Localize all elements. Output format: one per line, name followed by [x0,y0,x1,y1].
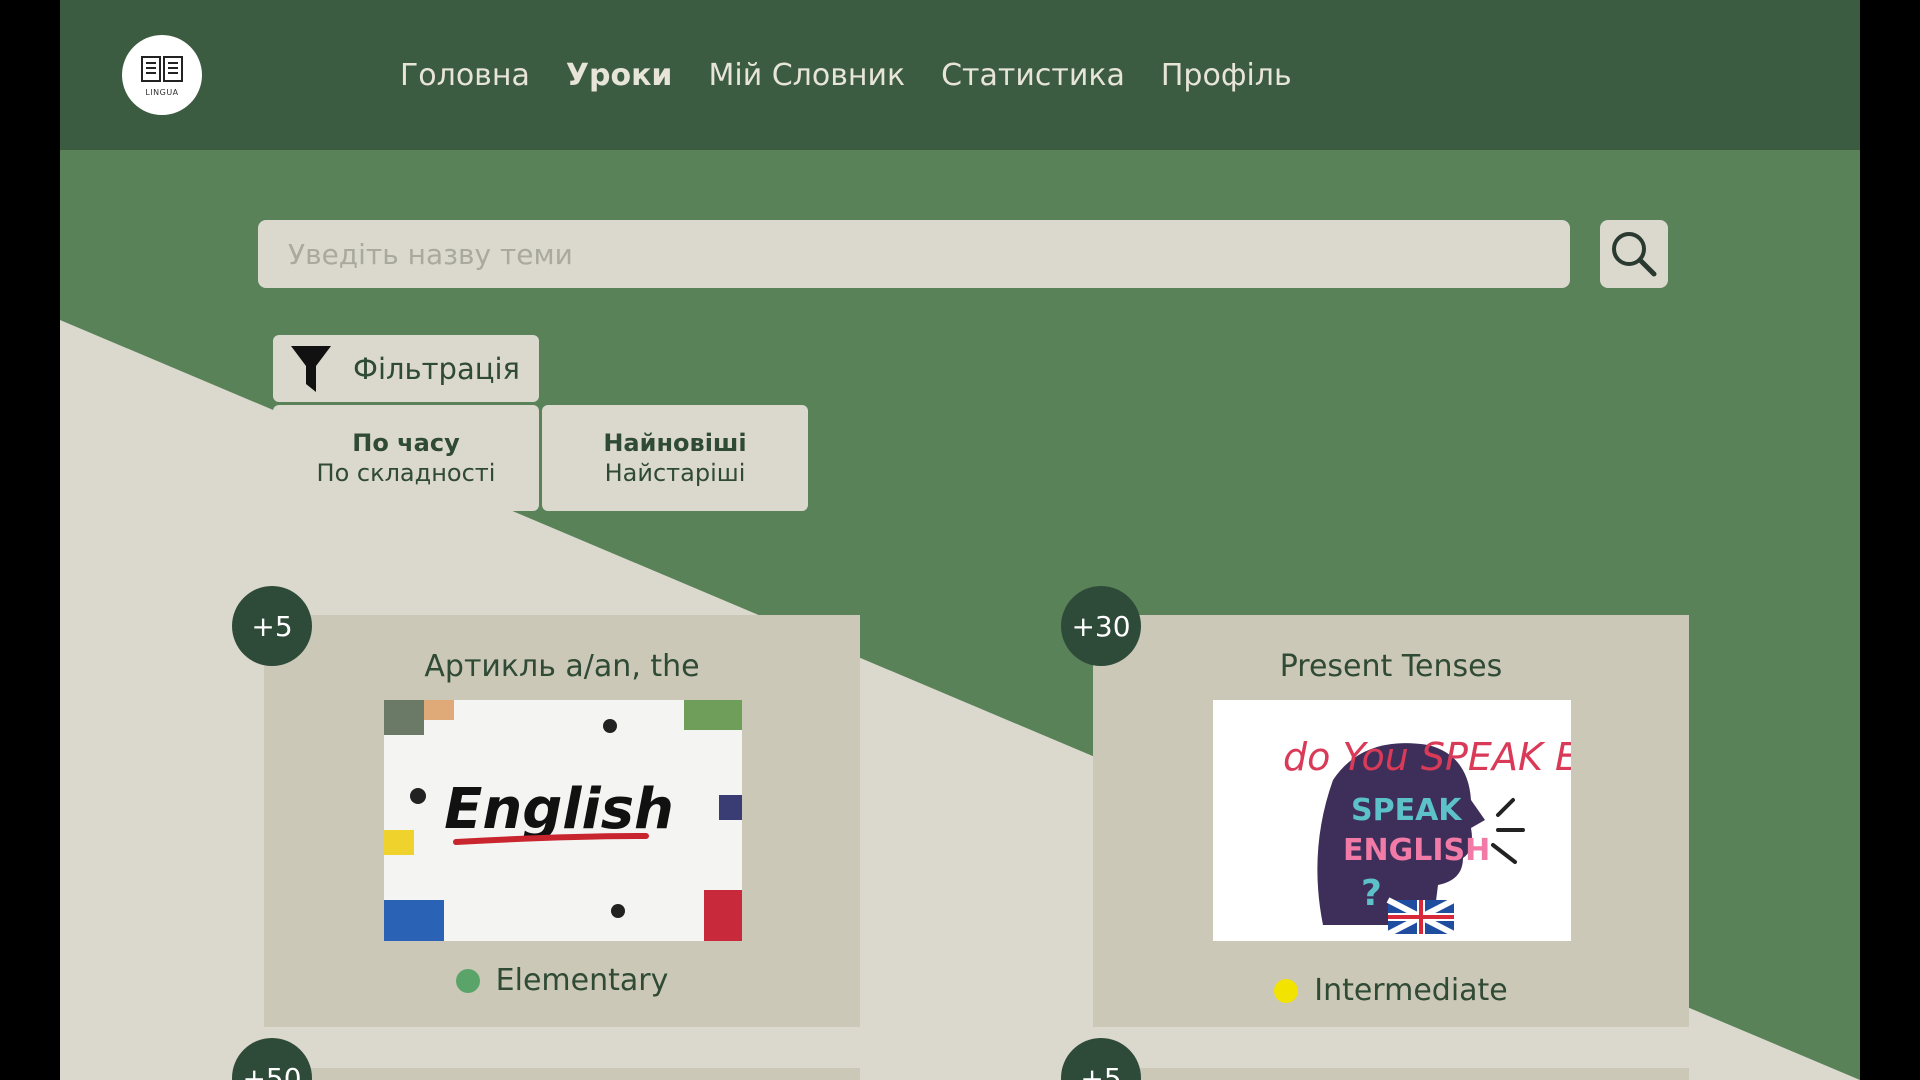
lesson-card[interactable] [264,1068,860,1080]
app-logo[interactable]: LINGUA [122,35,202,115]
speak-english-illustration: do You SPEAK ENGLISH ? SPEAK ENGLISH ? [1213,700,1571,941]
sort-by-time-option[interactable]: По часу [352,428,459,458]
sort-by-group: По часу По складності [273,405,539,511]
nav-item-home[interactable]: Головна [400,58,530,93]
english-word: English [444,777,674,842]
english-hands-illustration: English [384,700,742,941]
search-input[interactable] [258,220,1570,288]
speak-english-text: do You SPEAK ENGLISH ? [1283,735,1571,779]
lesson-title: Артикль a/an, the [424,649,700,684]
lesson-image: do You SPEAK ENGLISH ? SPEAK ENGLISH ? [1213,700,1571,941]
nav-item-lessons[interactable]: Уроки [566,58,673,93]
filter-button[interactable]: Фільтрація [273,335,539,402]
level-label: Elementary [495,963,669,998]
lesson-card[interactable] [1093,1068,1689,1080]
main-nav: Головна Уроки Мій Словник Статистика Про… [400,0,1292,150]
sort-newest-option[interactable]: Найновіші [603,428,746,458]
svg-text:?: ? [1361,873,1382,914]
book-icon [141,56,183,82]
svg-text:ENGLISH: ENGLISH [1343,833,1490,868]
filter-icon [289,344,333,394]
lesson-card[interactable]: Артикль a/an, the English Elementary [264,615,860,1027]
lesson-level: Elementary [264,963,860,998]
nav-item-statistics[interactable]: Статистика [941,58,1125,93]
sort-order-group: Найновіші Найстаріші [542,405,808,511]
points-badge: +5 [232,586,312,666]
logo-text: LINGUA [145,88,179,97]
svg-text:SPEAK: SPEAK [1351,793,1463,828]
lesson-level: Intermediate [1093,973,1689,1008]
sort-oldest-option[interactable]: Найстаріші [605,458,746,488]
app-frame: LINGUA Головна Уроки Мій Словник Статист… [60,0,1860,1080]
search-button[interactable] [1600,220,1668,288]
lesson-title: Present Tenses [1279,649,1503,684]
level-indicator-icon [455,968,480,993]
filter-label: Фільтрація [353,351,520,386]
level-label: Intermediate [1314,973,1508,1008]
search-icon [1612,232,1657,277]
points-badge: +30 [1061,586,1141,666]
nav-item-dictionary[interactable]: Мій Словник [708,58,905,93]
nav-item-profile[interactable]: Профіль [1161,58,1292,93]
lesson-image: English [384,700,742,941]
top-header: LINGUA Головна Уроки Мій Словник Статист… [60,0,1860,150]
level-indicator-icon [1274,978,1299,1003]
sort-by-difficulty-option[interactable]: По складності [317,458,496,488]
lesson-card[interactable]: Present Tenses do You SPEAK ENGLISH ? SP… [1093,615,1689,1027]
